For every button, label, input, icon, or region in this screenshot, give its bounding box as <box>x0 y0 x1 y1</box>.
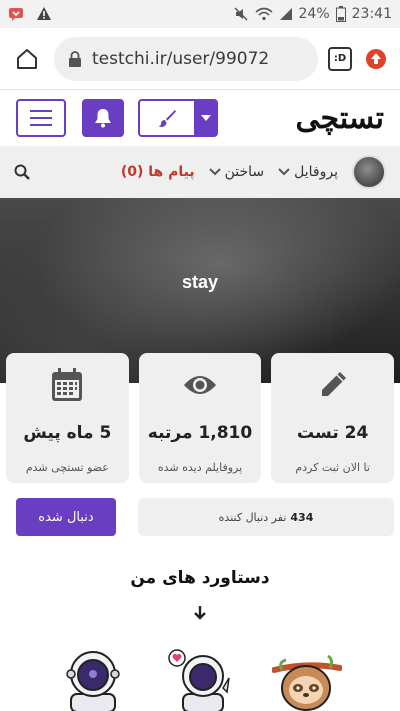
stat-card-views: 1,810 مرتبه پروفایلم دیده شده <box>138 353 262 483</box>
hamburger-icon <box>30 110 52 126</box>
caret-down-icon <box>201 115 211 121</box>
nav-create[interactable]: ساختن <box>208 164 265 180</box>
stat-joined-label: عضو تستچی شدم <box>25 461 109 474</box>
arrow-down-icon <box>0 606 400 620</box>
clock: 23:41 <box>351 6 392 22</box>
eye-icon <box>183 367 217 403</box>
status-bar: 24% 23:41 <box>0 0 400 28</box>
achievement-badges <box>0 648 400 711</box>
lock-icon <box>69 50 81 67</box>
avatar[interactable] <box>352 155 386 189</box>
nav-messages[interactable]: پیام ها (0) <box>121 164 195 180</box>
profile-stats: 5 ماه پیش عضو تستچی شدم 1,810 مرتبه پروف… <box>6 353 395 483</box>
sloth-badge-icon[interactable] <box>271 648 342 711</box>
stat-views-label: پروفایلم دیده شده <box>157 461 243 474</box>
message-notification-icon <box>8 6 24 22</box>
bell-icon <box>95 109 111 128</box>
update-icon <box>366 48 386 69</box>
signal-icon <box>279 7 293 21</box>
update-button[interactable] <box>362 45 390 73</box>
menu-button[interactable] <box>16 99 66 137</box>
brush-icon <box>158 110 176 127</box>
nav-profile-label: پروفایل <box>294 164 338 180</box>
search-button[interactable] <box>14 164 30 180</box>
mute-icon <box>233 6 249 22</box>
warning-icon <box>36 6 52 22</box>
followers-label: نفر دنبال کننده <box>218 510 287 524</box>
stat-tests-value: 24 تست <box>297 423 369 443</box>
create-test-group <box>138 99 218 137</box>
calendar-icon <box>51 367 83 403</box>
profile-username: stay <box>181 272 219 292</box>
stat-card-tests: 24 تست تا الان ثبت کردم <box>271 353 395 483</box>
site-logo[interactable]: تستچی <box>295 101 384 136</box>
site-header: تستچی <box>0 90 400 146</box>
user-nav: پروفایل ساختن پیام ها (0) <box>0 146 400 198</box>
home-icon <box>17 48 37 69</box>
chevron-down-icon <box>278 165 290 179</box>
followers-count-box[interactable]: 434 نفر دنبال کننده <box>138 498 394 536</box>
achievements-title: دستاورد های من <box>130 568 270 588</box>
battery-icon <box>335 6 346 22</box>
chevron-down-icon <box>208 165 221 179</box>
search-icon <box>14 164 30 180</box>
wifi-icon <box>254 6 273 22</box>
stat-views-value: 1,810 مرتبه <box>147 423 253 443</box>
create-test-button[interactable] <box>138 99 194 137</box>
nav-create-label: ساختن <box>224 164 265 180</box>
nav-profile[interactable]: پروفایل <box>278 164 338 180</box>
follow-button[interactable]: دنبال شده <box>16 498 116 536</box>
tab-switcher-button[interactable]: :D <box>328 46 352 71</box>
url-text: testchi.ir/user/99072 <box>92 48 270 69</box>
pencil-icon <box>318 367 348 403</box>
address-bar[interactable]: testchi.ir/user/99072 <box>54 36 318 81</box>
stat-tests-label: تا الان ثبت کردم <box>295 461 370 474</box>
battery-percent: 24% <box>298 6 330 22</box>
stat-joined-value: 5 ماه پیش <box>23 423 112 443</box>
home-button[interactable] <box>10 42 44 76</box>
followers-count: 434 <box>290 510 314 524</box>
follow-row: دنبال شده 434 نفر دنبال کننده <box>16 498 394 536</box>
astronaut-love-badge-icon[interactable] <box>165 648 235 711</box>
astronaut-badge-icon[interactable] <box>58 648 128 711</box>
browser-toolbar: testchi.ir/user/99072 :D <box>0 28 400 90</box>
create-dropdown-button[interactable] <box>194 99 218 137</box>
notifications-button[interactable] <box>82 99 124 137</box>
stat-card-joined: 5 ماه پیش عضو تستچی شدم <box>6 353 129 483</box>
